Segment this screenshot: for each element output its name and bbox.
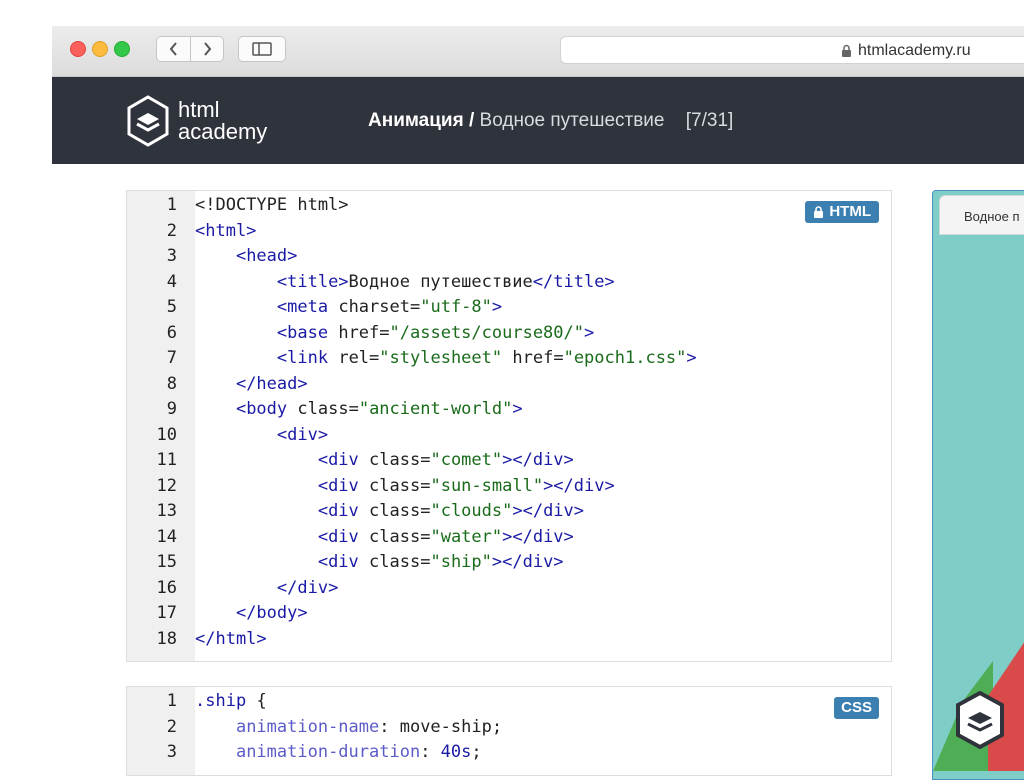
code-line: 2 animation-name: move-ship; (127, 715, 891, 741)
line-number: 2 (166, 220, 177, 241)
code-line: 17 </body> (127, 601, 891, 627)
sidebar-toggle-button[interactable] (238, 36, 286, 62)
code-line: 18 </html> (127, 627, 891, 653)
code-line: 9 <body class="ancient-world"> (127, 397, 891, 423)
line-number: 18 (156, 628, 177, 649)
breadcrumb-section[interactable]: Анимация (368, 110, 464, 131)
code-line: 3 animation-duration: 40s; (127, 740, 891, 766)
line-number: 3 (166, 742, 177, 762)
breadcrumb-separator: / (468, 110, 475, 131)
preview-tab[interactable]: Водное п (939, 195, 1024, 235)
logo-line-2: academy (178, 119, 268, 144)
code-line: 1 <!DOCTYPE html> (127, 193, 891, 219)
lock-icon (842, 44, 851, 57)
browser-toolbar: htmlacademy.ru (52, 26, 1024, 77)
minimize-window-button[interactable] (92, 41, 108, 57)
academy-logo-icon (127, 95, 169, 147)
line-number: 6 (166, 322, 177, 343)
line-number: 12 (156, 475, 177, 496)
code-line: 10 <div> (127, 423, 891, 449)
html-code: 1 <!DOCTYPE html> 2 <html> 3 <head> 4 <tit… (127, 193, 891, 652)
line-number: 5 (166, 297, 177, 317)
line-number: 17 (156, 603, 177, 623)
preview-tab-title: Водное п (964, 209, 1020, 224)
line-number: 2 (166, 716, 177, 737)
code-line: 6 <base href="/assets/course80/"> (127, 321, 891, 347)
lesson-progress: [7/31] (685, 110, 734, 131)
close-window-button[interactable] (70, 41, 86, 57)
line-number: 10 (156, 424, 177, 445)
logo[interactable]: html academy (126, 95, 267, 147)
code-line: 1 .ship { (127, 689, 891, 715)
code-line: 8 </head> (127, 372, 891, 398)
code-line: 2 <html> (127, 219, 891, 245)
history-nav (156, 36, 224, 62)
html-editor[interactable]: HTML 1 <!DOCTYPE html> 2 <html> 3 <head> 4… (126, 190, 892, 662)
line-number: 9 (166, 399, 177, 419)
line-number: 3 (166, 246, 177, 266)
forward-button[interactable] (190, 36, 224, 62)
code-line: 12 <div class="sun-small"></div> (127, 474, 891, 500)
code-line: 5 <meta charset="utf-8"> (127, 295, 891, 321)
maximize-window-button[interactable] (114, 41, 130, 57)
line-number: 1 (166, 691, 177, 711)
back-button[interactable] (156, 36, 190, 62)
sidebar-icon (252, 42, 272, 56)
url-text: htmlacademy.ru (858, 42, 971, 59)
line-number: 14 (156, 526, 177, 547)
css-code: 1 .ship { 2 animation-name: move-ship; 3 … (127, 689, 891, 766)
code-line: 16 </div> (127, 576, 891, 602)
chevron-left-icon (169, 42, 177, 56)
breadcrumb: Анимация / Водное путешествие [7/31] (368, 110, 733, 132)
line-number: 11 (156, 450, 177, 470)
academy-logo-icon (956, 691, 1004, 749)
line-number: 13 (156, 501, 177, 521)
line-number: 8 (166, 373, 177, 394)
code-line: 13 <div class="clouds"></div> (127, 499, 891, 525)
line-number: 16 (156, 577, 177, 598)
line-number: 15 (156, 552, 177, 572)
line-number: 4 (166, 271, 177, 292)
code-line: 15 <div class="ship"></div> (127, 550, 891, 576)
breadcrumb-lesson: Водное путешествие (479, 110, 665, 131)
address-bar[interactable]: htmlacademy.ru (560, 36, 1024, 64)
line-number: 7 (166, 348, 177, 368)
code-line: 4 <title>Водное путешествие</title> (127, 270, 891, 296)
css-editor[interactable]: CSS 1 .ship { 2 animation-name: move-ship… (126, 686, 892, 776)
site-header: html academy Анимация / Водное путешеств… (52, 77, 1024, 164)
chevron-right-icon (204, 42, 212, 56)
code-line: 14 <div class="water"></div> (127, 525, 891, 551)
code-line: 3 <head> (127, 244, 891, 270)
logo-line-1: html (178, 97, 220, 122)
line-number: 1 (166, 195, 177, 215)
code-line: 11 <div class="comet"></div> (127, 448, 891, 474)
preview-panel: Водное п (932, 190, 1024, 780)
code-line: 7 <link rel="stylesheet" href="epoch1.cs… (127, 346, 891, 372)
